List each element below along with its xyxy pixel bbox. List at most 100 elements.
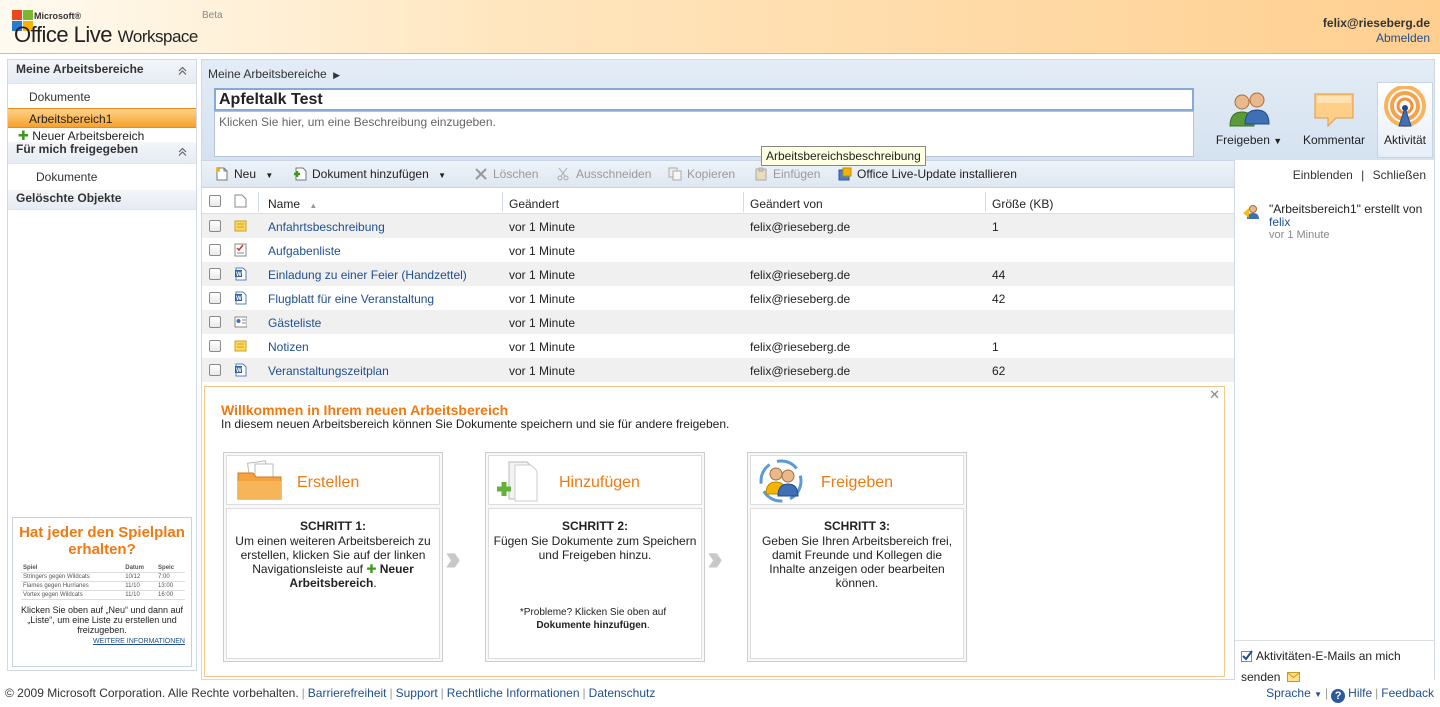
delete-x-icon bbox=[475, 168, 487, 180]
paste-button[interactable]: Einfügen bbox=[754, 167, 820, 181]
nav-item-workspace1[interactable]: Arbeitsbereich1 bbox=[8, 108, 196, 128]
document-name-link[interactable]: Veranstaltungszeitplan bbox=[268, 364, 389, 378]
document-name-link[interactable]: Notizen bbox=[268, 340, 309, 354]
activity-email-label: Aktivitäten-E-Mails an mich senden bbox=[1241, 649, 1401, 684]
nav-section-deleted-items[interactable]: Gelöschte Objekte bbox=[8, 190, 196, 210]
row-checkbox[interactable] bbox=[209, 292, 221, 304]
share-label-text: Freigeben bbox=[1215, 133, 1270, 147]
row-checkbox[interactable] bbox=[209, 340, 221, 352]
column-separator bbox=[985, 192, 986, 212]
copy-icon bbox=[668, 167, 682, 181]
install-update-label: Office Live-Update installieren bbox=[857, 167, 1017, 181]
column-header-name[interactable]: Name ▲ bbox=[268, 197, 317, 211]
logout-link[interactable]: Abmelden bbox=[1376, 31, 1430, 45]
row-checkbox[interactable] bbox=[209, 244, 221, 256]
people-share-icon bbox=[1229, 92, 1270, 127]
feedback-link[interactable]: Feedback bbox=[1381, 686, 1434, 700]
support-link[interactable]: Support bbox=[396, 686, 438, 700]
footer-separator: | bbox=[1375, 686, 1379, 700]
new-workspace-link[interactable]: ✚ Neuer Arbeitsbereich bbox=[8, 128, 196, 143]
table-row[interactable]: Notizen vor 1 Minute felix@rieseberg.de 1 bbox=[202, 334, 1234, 358]
contact-list-icon bbox=[234, 316, 247, 328]
word-doc-icon: W bbox=[235, 363, 247, 377]
accessibility-link[interactable]: Barrierefreiheit bbox=[308, 686, 387, 700]
activity-email-checkbox[interactable] bbox=[1241, 650, 1253, 662]
activity-button[interactable]: Aktivität bbox=[1377, 82, 1433, 158]
row-checkbox[interactable] bbox=[209, 220, 221, 232]
table-row[interactable]: W Einladung zu einer Feier (Handzettel) vo… bbox=[202, 262, 1234, 286]
show-link[interactable]: Einblenden bbox=[1293, 168, 1353, 182]
welcome-panel: ✕ Willkommen in Ihrem neuen Arbeitsberei… bbox=[204, 386, 1225, 677]
nav-section-shared-with-me[interactable]: Für mich freigegeben bbox=[8, 142, 196, 164]
promo-cell: 10/12 bbox=[123, 572, 157, 582]
close-panel-link[interactable]: Schließen bbox=[1373, 168, 1426, 182]
document-size: 1 bbox=[992, 340, 999, 354]
new-document-icon bbox=[216, 167, 228, 181]
step-create: Erstellen SCHRITT 1: Um einen weiteren A… bbox=[223, 452, 443, 662]
step-header: Erstellen bbox=[226, 455, 440, 505]
activity-email-option[interactable]: Aktivitäten-E-Mails an mich senden bbox=[1235, 640, 1435, 684]
breadcrumb[interactable]: Meine Arbeitsbereiche ▶ bbox=[208, 67, 340, 81]
row-checkbox[interactable] bbox=[209, 316, 221, 328]
column-header-changed-by[interactable]: Geändert von bbox=[750, 197, 823, 211]
install-update-button[interactable]: Office Live-Update installieren bbox=[838, 167, 1017, 181]
document-changed: vor 1 Minute bbox=[509, 220, 576, 234]
workspace-title-input[interactable]: Apfeltalk Test bbox=[214, 88, 1194, 111]
step-label: SCHRITT 1: bbox=[300, 519, 366, 533]
workspace-header: Meine Arbeitsbereiche ▶ Apfeltalk Test K… bbox=[202, 60, 1434, 160]
row-checkbox[interactable] bbox=[209, 364, 221, 376]
document-name-link[interactable]: Flugblatt für eine Veranstaltung bbox=[268, 292, 434, 306]
nav-section-label: Meine Arbeitsbereiche bbox=[16, 62, 144, 76]
document-name-link[interactable]: Gästeliste bbox=[268, 316, 321, 330]
language-menu[interactable]: Sprache ▼ bbox=[1266, 686, 1322, 700]
activity-user-link[interactable]: felix bbox=[1269, 215, 1290, 229]
document-size: 44 bbox=[992, 268, 1006, 282]
document-name-link[interactable]: Aufgabenliste bbox=[268, 244, 341, 258]
workspace-description-input[interactable]: Klicken Sie hier, um eine Beschreibung e… bbox=[214, 111, 1194, 157]
step-label: SCHRITT 3: bbox=[824, 519, 890, 533]
promo-more-info-link[interactable]: WEITERE INFORMATIONEN bbox=[13, 638, 185, 645]
privacy-link[interactable]: Datenschutz bbox=[589, 686, 656, 700]
delete-button[interactable]: Löschen bbox=[474, 167, 538, 181]
caret-down-icon: ▼ bbox=[1273, 136, 1283, 146]
chevron-up-icon[interactable] bbox=[177, 146, 188, 157]
table-row[interactable]: Gästeliste vor 1 Minute bbox=[202, 310, 1234, 334]
office-live-logo[interactable]: Microsoft® Office Live Workspace Beta bbox=[12, 8, 242, 48]
document-name-link[interactable]: Anfahrtsbeschreibung bbox=[268, 220, 385, 234]
breadcrumb-my-workspaces[interactable]: Meine Arbeitsbereiche bbox=[208, 67, 327, 81]
promo-cell: 7:00 bbox=[156, 572, 185, 582]
legal-link[interactable]: Rechtliche Informationen bbox=[447, 686, 580, 700]
nav-item-documents[interactable]: Dokumente bbox=[8, 84, 196, 108]
new-button[interactable]: Neu ▼ bbox=[215, 167, 273, 181]
table-row[interactable]: Aufgabenliste vor 1 Minute bbox=[202, 238, 1234, 262]
chevron-up-icon[interactable] bbox=[177, 65, 188, 76]
nav-section-my-workspaces[interactable]: Meine Arbeitsbereiche bbox=[8, 60, 196, 84]
column-header-changed[interactable]: Geändert bbox=[509, 197, 559, 211]
table-row[interactable]: W Veranstaltungszeitplan vor 1 Minute felix… bbox=[202, 358, 1234, 382]
help-link[interactable]: Hilfe bbox=[1348, 686, 1372, 700]
footer-separator: | bbox=[582, 686, 586, 700]
comment-button[interactable]: Kommentar bbox=[1294, 82, 1374, 156]
promo-cell: Vortex gegen Wildcats bbox=[21, 590, 124, 600]
nav-item-shared-documents[interactable]: Dokumente bbox=[8, 164, 196, 190]
document-name-link[interactable]: Einladung zu einer Feier (Handzettel) bbox=[268, 268, 467, 282]
nav-section-label: Für mich freigegeben bbox=[16, 142, 139, 156]
copy-button[interactable]: Kopieren bbox=[668, 167, 735, 181]
step-add-name: Hinzufügen bbox=[559, 474, 640, 491]
promo-cell: 11/10 bbox=[123, 581, 157, 591]
select-all-checkbox[interactable] bbox=[209, 195, 221, 207]
table-row[interactable]: W Flugblatt für eine Veranstaltung vor 1 M… bbox=[202, 286, 1234, 310]
row-checkbox[interactable] bbox=[209, 268, 221, 280]
promo-cell: 16:00 bbox=[156, 590, 185, 600]
close-icon[interactable]: ✕ bbox=[1209, 387, 1220, 403]
add-document-button[interactable]: Dokument hinzufügen ▼ bbox=[293, 167, 446, 181]
document-list: Name ▲ Geändert Geändert von Größe (KB) … bbox=[202, 189, 1234, 382]
table-row[interactable]: Anfahrtsbeschreibung vor 1 Minute felix@ri… bbox=[202, 214, 1234, 238]
description-tooltip: Arbeitsbereichsbeschreibung bbox=[761, 146, 926, 166]
main-panel: Meine Arbeitsbereiche ▶ Apfeltalk Test K… bbox=[201, 59, 1435, 684]
cut-button[interactable]: Ausschneiden bbox=[557, 167, 651, 181]
share-button[interactable]: Freigeben ▼ bbox=[1209, 82, 1289, 156]
column-header-size[interactable]: Größe (KB) bbox=[992, 197, 1053, 211]
plus-icon: ✚ bbox=[366, 562, 377, 576]
column-separator bbox=[258, 192, 259, 212]
